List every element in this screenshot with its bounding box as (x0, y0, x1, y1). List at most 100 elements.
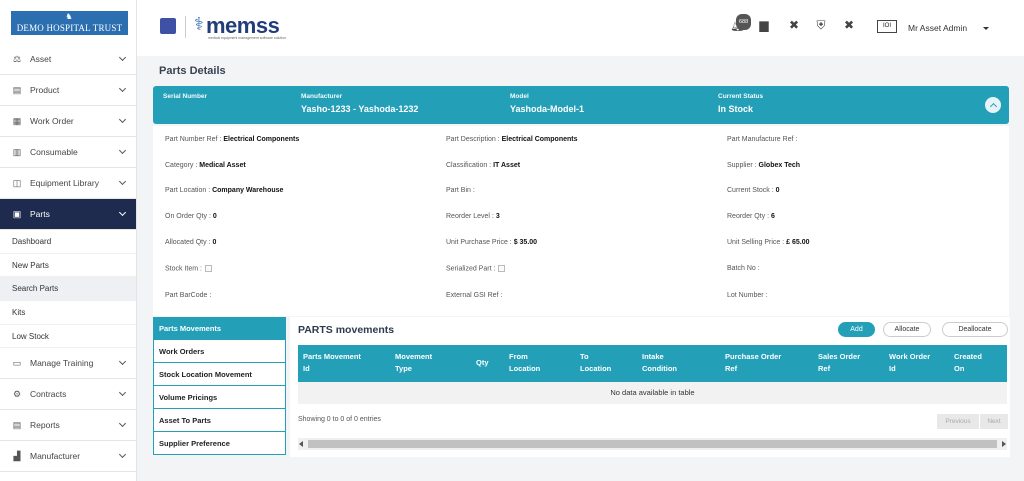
main-content: Parts Details Serial Number Manufacturer… (137, 56, 1024, 481)
tab-work-orders[interactable]: Work Orders (153, 340, 286, 363)
serialized-part-checkbox[interactable] (498, 265, 506, 272)
note-icon[interactable]: ▆ (757, 18, 771, 32)
bell-icon[interactable]: 🔔︎688 (730, 14, 752, 32)
detail-lot-number: Lot Number : (727, 292, 768, 299)
col-to-location[interactable]: To Location (580, 351, 611, 375)
work-order-icon: ▦ (12, 115, 22, 126)
sidebar-item-label: Consumable (30, 147, 78, 157)
deallocate-button[interactable]: Deallocate (942, 322, 1008, 337)
menu-toggle-button[interactable] (160, 18, 176, 34)
chevron-down-icon (118, 358, 127, 366)
col-from-location[interactable]: From Location (509, 351, 540, 375)
collapse-button[interactable] (985, 97, 1001, 113)
brand-logo[interactable]: ⚕ memss medical equipment management sof… (194, 12, 290, 40)
scroll-left-icon[interactable] (299, 441, 303, 447)
col-work-order-id[interactable]: Work Order Id (889, 351, 930, 375)
sidebar-nav: ⚖ Asset ▤ Product ▦ Work Order ▥ Consuma… (0, 44, 136, 473)
sidebar-item-equipment-library[interactable]: ◫ Equipment Library (0, 168, 136, 199)
sidebar-item-manufacturer[interactable]: ▟ Manufacturer (0, 441, 136, 473)
sidebar-item-label: Reports (30, 420, 60, 431)
scrollbar-thumb[interactable] (308, 440, 997, 448)
table-header: Parts Movement Id Movement Type Qty From Lo… (298, 345, 1007, 382)
equipment-library-icon: ◫ (12, 177, 22, 188)
tab-parts-movements[interactable]: Parts Movements (153, 317, 286, 340)
chevron-down-icon (118, 84, 127, 93)
shield-icon[interactable]: ⛨ (814, 18, 828, 32)
org-logo[interactable]: ♞ DEMO HOSPITAL TRUST (11, 11, 128, 35)
org-name: DEMO HOSPITAL TRUST (16, 23, 123, 33)
col-purchase-order-ref[interactable]: Purchase Order Ref (725, 351, 781, 375)
submenu-low-stock[interactable]: Low Stock (0, 325, 136, 349)
caret-down-icon[interactable] (983, 27, 989, 30)
detail-serialized-part: Serialized Part : (446, 265, 506, 272)
allocate-button[interactable]: Allocate (883, 322, 931, 337)
add-button[interactable]: Add (838, 322, 875, 337)
avatar[interactable]: IOI (877, 20, 897, 33)
detail-current-stock: Current Stock : 0 (727, 187, 780, 194)
submenu-new-parts[interactable]: New Parts (0, 254, 136, 278)
user-name[interactable]: Mr Asset Admin (908, 23, 967, 33)
horizontal-scrollbar[interactable] (298, 438, 1007, 450)
sidebar-item-manage-training[interactable]: ▭ Manage Training (0, 348, 136, 380)
scroll-right-icon[interactable] (1002, 441, 1006, 447)
detail-external-gsi-ref: External GSI Ref : (446, 292, 503, 299)
tab-stock-location-movement[interactable]: Stock Location Movement (153, 363, 286, 386)
divider (185, 16, 186, 38)
manufacturer-icon: ▟ (13, 450, 21, 461)
caduceus-icon: ⚕ (194, 14, 204, 34)
detail-part-location: Part Location : Company Warehouse (165, 187, 284, 194)
col-created-on[interactable]: Created On (954, 351, 982, 375)
section-title: PARTS movements (298, 324, 395, 336)
detail-part-bin: Part Bin : (446, 187, 475, 194)
sidebar-item-work-order[interactable]: ▦ Work Order (0, 106, 136, 137)
chevron-down-icon (118, 177, 127, 186)
detail-on-order-qty: On Order Qty : 0 (165, 213, 217, 220)
col-parts-movement-id[interactable]: Parts Movement Id (303, 351, 361, 375)
detail-batch-no: Batch No : (727, 265, 760, 272)
sidebar-item-consumable[interactable]: ▥ Consumable (0, 137, 136, 168)
col-sales-order-ref[interactable]: Sales Order Ref (818, 351, 860, 375)
product-icon: ▤ (12, 84, 22, 95)
settings-icon[interactable]: ✖ (842, 18, 856, 32)
table-info: Showing 0 to 0 of 0 entries (298, 416, 381, 423)
chevron-down-icon (118, 420, 127, 428)
previous-button[interactable]: Previous (937, 414, 979, 429)
sidebar-item-label: Manage Training (30, 358, 94, 369)
chevron-down-icon (118, 115, 127, 124)
parts-icon: ▣ (12, 208, 22, 219)
current-status: Current Status In Stock (718, 93, 764, 114)
part-summary-banner: Serial Number Manufacturer Yasho-1233 - … (153, 86, 1009, 124)
contracts-icon: ⚙ (12, 388, 22, 399)
model: Model Yashoda-Model-1 (510, 93, 585, 114)
next-button[interactable]: Next (980, 414, 1008, 429)
tab-volume-pricings[interactable]: Volume Pricings (153, 386, 286, 409)
submenu-kits[interactable]: Kits (0, 301, 136, 325)
stock-item-checkbox[interactable] (204, 265, 212, 272)
asset-icon: ⚖ (12, 53, 22, 64)
chevron-down-icon (118, 53, 127, 62)
detail-tabs: Parts Movements Work Orders Stock Locati… (153, 317, 286, 455)
detail-allocated-qty: Allocated Qty : 0 (165, 239, 217, 246)
tab-asset-to-parts[interactable]: Asset To Parts (153, 409, 286, 432)
submenu-search-parts[interactable]: Search Parts (0, 277, 136, 302)
col-intake-condition[interactable]: Intake Condition (642, 351, 677, 375)
sidebar-item-label: Manufacturer (30, 451, 81, 462)
tools-icon[interactable]: ✖ (787, 18, 801, 32)
detail-supplier: Supplier : Globex Tech (727, 162, 801, 169)
consumable-icon: ▥ (12, 146, 22, 157)
sidebar-item-asset[interactable]: ⚖ Asset (0, 44, 136, 75)
col-movement-type[interactable]: Movement Type (395, 351, 432, 375)
sidebar-item-parts[interactable]: ▣ Parts (0, 199, 136, 230)
table-empty-row: No data available in table (298, 382, 1007, 404)
sidebar-item-contracts[interactable]: ⚙ Contracts (0, 379, 136, 411)
chevron-down-icon (118, 208, 127, 217)
sidebar-item-reports[interactable]: ▤ Reports (0, 410, 136, 442)
sidebar-item-product[interactable]: ▤ Product (0, 75, 136, 106)
top-bar: ⚕ memss medical equipment management sof… (137, 0, 1024, 56)
brand-tagline: medical equipment management software so… (208, 36, 287, 40)
submenu-dashboard[interactable]: Dashboard (0, 230, 136, 254)
detail-category: Category : Medical Asset (165, 162, 246, 169)
col-qty[interactable]: Qty (476, 357, 489, 369)
parts-movements-panel: PARTS movements Add Allocate Deallocate … (290, 317, 1010, 457)
tab-supplier-preference[interactable]: Supplier Preference (153, 432, 286, 455)
